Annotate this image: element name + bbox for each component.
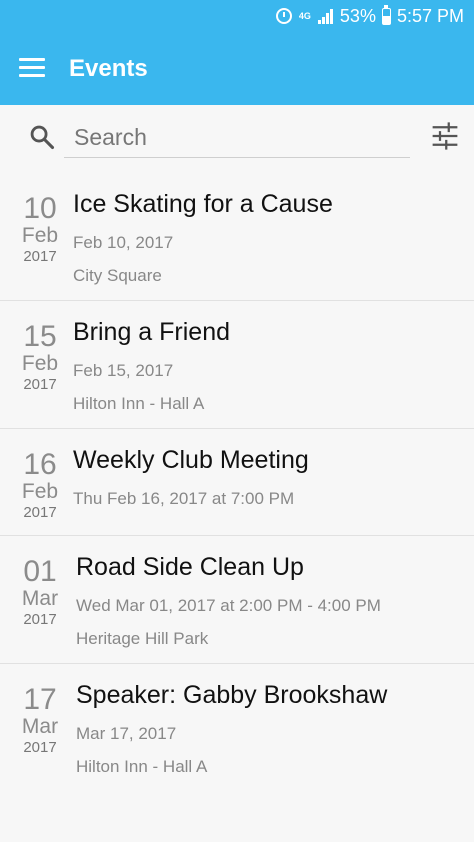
event-item[interactable]: 15 Feb 2017 Bring a Friend Feb 15, 2017 … [0, 301, 474, 429]
event-location: Hilton Inn - Hall A [73, 394, 205, 413]
event-month: Mar [21, 715, 59, 738]
event-datetime: Wed Mar 01, 2017 at 2:00 PM - 4:00 PM [76, 596, 381, 615]
event-day: 10 [23, 192, 57, 225]
event-datetime: Mar 17, 2017 [76, 724, 177, 743]
event-day: 15 [23, 320, 57, 353]
filter-icon[interactable] [430, 121, 460, 151]
event-month: Feb [21, 480, 59, 503]
event-datetime: Feb 10, 2017 [73, 233, 174, 252]
event-title: Bring a Friend [73, 318, 231, 346]
event-date-block: 10 Feb 2017 [10, 193, 70, 267]
event-title: Weekly Club Meeting [73, 446, 309, 474]
event-date-block: 16 Feb 2017 [10, 449, 70, 523]
search-input[interactable] [64, 118, 410, 158]
battery-percent: 53% [339, 5, 376, 26]
event-item[interactable]: 17 Mar 2017 Speaker: Gabby Brookshaw Mar… [0, 664, 474, 792]
battery-icon [381, 4, 391, 25]
page-title: Events [69, 55, 148, 82]
status-icons: 4G 53% 5:57 PM [275, 4, 464, 27]
event-date-block: 15 Feb 2017 [10, 321, 70, 395]
clock: 5:57 PM [396, 5, 464, 26]
event-month: Feb [21, 352, 59, 375]
event-date-block: 01 Mar 2017 [10, 556, 70, 630]
event-location: Heritage Hill Park [76, 629, 209, 648]
event-date-block: 17 Mar 2017 [10, 684, 70, 758]
event-month: Feb [21, 224, 59, 247]
event-location: Hilton Inn - Hall A [76, 757, 208, 776]
event-list: 10 Feb 2017 Ice Skating for a Cause Feb … [0, 173, 474, 792]
event-item[interactable]: 10 Feb 2017 Ice Skating for a Cause Feb … [0, 173, 474, 301]
event-year: 2017 [23, 376, 57, 393]
menu-icon[interactable] [19, 58, 45, 78]
event-item[interactable]: 16 Feb 2017 Weekly Club Meeting Thu Feb … [0, 429, 474, 536]
event-day: 01 [23, 555, 57, 588]
network-icon: 4G [298, 10, 311, 21]
event-title: Ice Skating for a Cause [73, 190, 333, 218]
event-year: 2017 [23, 248, 57, 265]
event-year: 2017 [23, 739, 57, 756]
event-item[interactable]: 01 Mar 2017 Road Side Clean Up Wed Mar 0… [0, 536, 474, 664]
app-bar: Events [0, 33, 474, 105]
alarm-icon [275, 8, 292, 24]
event-day: 16 [23, 448, 57, 481]
event-title: Speaker: Gabby Brookshaw [76, 681, 388, 709]
event-title: Road Side Clean Up [76, 553, 304, 581]
event-datetime: Feb 15, 2017 [73, 361, 174, 380]
event-day: 17 [23, 683, 57, 716]
status-bar: 4G 53% 5:57 PM [0, 0, 474, 33]
event-year: 2017 [23, 611, 57, 628]
event-year: 2017 [23, 504, 57, 521]
event-datetime: Thu Feb 16, 2017 at 7:00 PM [73, 489, 295, 508]
search-bar [0, 105, 474, 173]
signal-icon [317, 8, 334, 24]
search-icon[interactable] [28, 123, 56, 151]
event-month: Mar [21, 587, 59, 610]
event-location: City Square [73, 266, 162, 285]
